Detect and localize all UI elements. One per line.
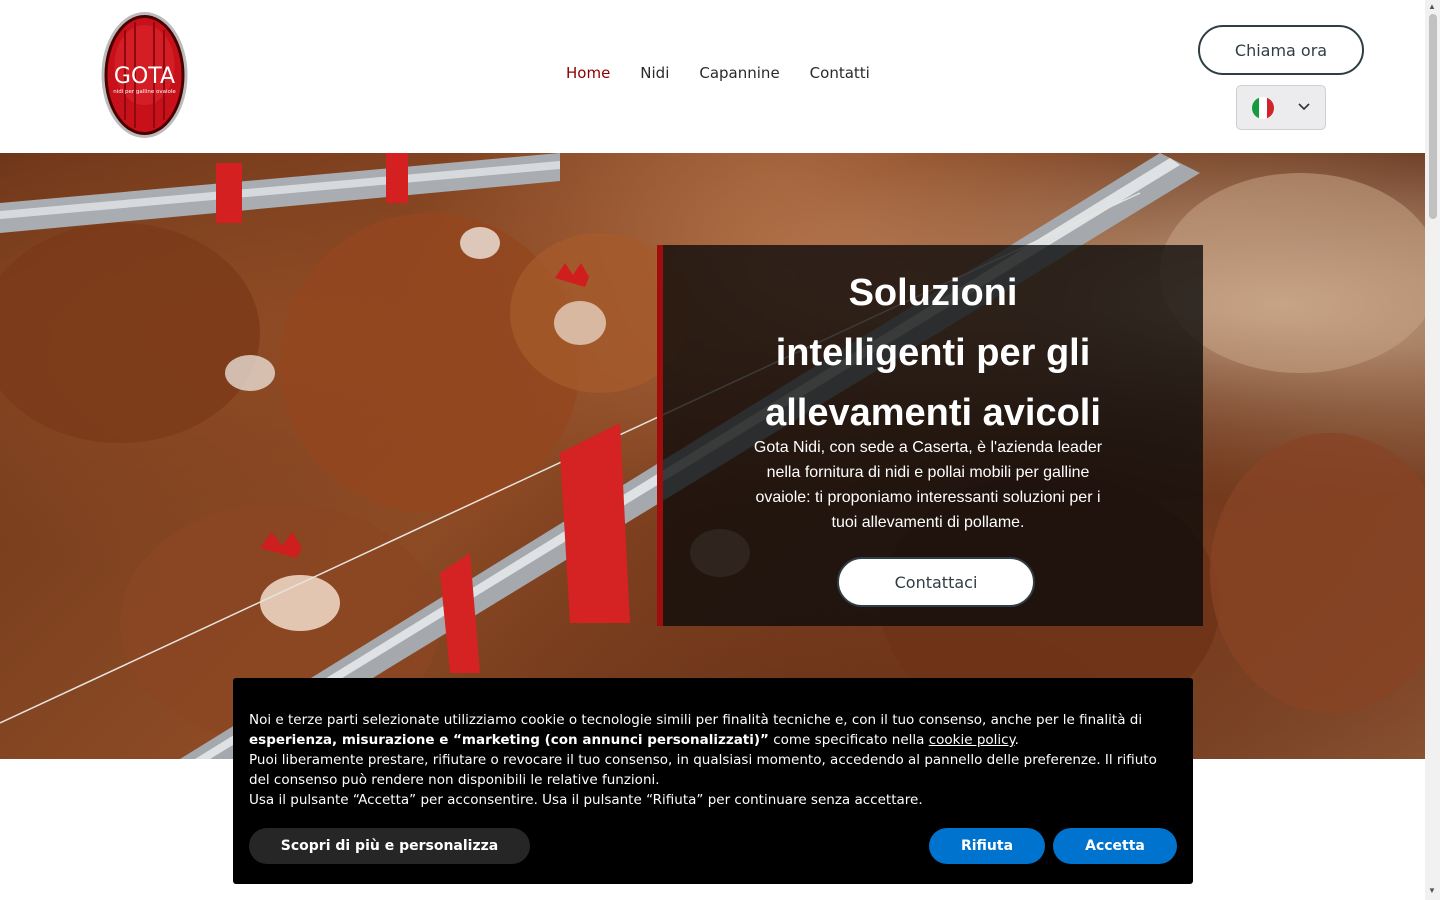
hero-section: Soluzioni intelligenti per gli allevamen… — [0, 153, 1425, 759]
main-nav: Home Nidi Capannine Contatti — [566, 64, 870, 82]
hero-title-line: allevamenti avicoli — [765, 392, 1101, 434]
logo-tagline: nidi per galline ovaiole — [113, 89, 176, 95]
cookie-notice-text: Noi e terze parti selezionate utilizziam… — [249, 710, 1179, 810]
logo-brand: GOTA — [114, 64, 175, 89]
chevron-down-icon — [1298, 103, 1310, 111]
hero-title-line: intelligenti per gli — [775, 332, 1091, 374]
site-header: GOTA nidi per galline ovaiole Home Nidi … — [0, 0, 1425, 153]
cookie-text-bold: esperienza, misurazione e “marketing (co… — [249, 732, 769, 748]
hero-title-line: Soluzioni — [848, 272, 1018, 314]
nav-contatti[interactable]: Contatti — [810, 64, 870, 82]
cookie-policy-link[interactable]: cookie policy — [929, 732, 1015, 748]
cookie-text-start: Noi e terze parti selezionate utilizziam… — [249, 712, 1143, 728]
hero-description: Gota Nidi, con sede a Caserta, è l'azien… — [753, 439, 1103, 531]
cookie-text-end: . — [1014, 732, 1019, 748]
cookie-text-mid: come specificato nella — [768, 732, 929, 748]
hero-title: Soluzioni intelligenti per gli allevamen… — [743, 263, 1123, 443]
scroll-up-arrow-icon[interactable]: ▲ — [1428, 2, 1436, 11]
contact-us-button[interactable]: Contattaci — [837, 557, 1035, 607]
gota-logo[interactable]: GOTA nidi per galline ovaiole — [100, 10, 189, 140]
reject-button[interactable]: Rifiuta — [929, 828, 1045, 864]
call-now-button[interactable]: Chiama ora — [1198, 25, 1364, 75]
cookie-text-instructions: Usa il pulsante “Accetta” per acconsenti… — [249, 792, 923, 808]
nav-home[interactable]: Home — [566, 64, 610, 82]
accept-button[interactable]: Accetta — [1053, 828, 1177, 864]
scroll-down-arrow-icon[interactable]: ▼ — [1428, 886, 1436, 895]
learn-more-customize-button[interactable]: Scopri di più e personalizza — [249, 828, 530, 864]
nav-nidi[interactable]: Nidi — [640, 64, 669, 82]
cookie-text-consent: Puoi liberamente prestare, rifiutare o r… — [249, 752, 1157, 788]
language-selector[interactable] — [1236, 85, 1326, 130]
hero-card: Soluzioni intelligenti per gli allevamen… — [657, 245, 1203, 626]
cookie-banner: Noi e terze parti selezionate utilizziam… — [233, 678, 1193, 884]
italy-flag-icon — [1252, 96, 1274, 119]
nav-capannine[interactable]: Capannine — [699, 64, 779, 82]
scrollbar-thumb[interactable] — [1429, 14, 1437, 219]
